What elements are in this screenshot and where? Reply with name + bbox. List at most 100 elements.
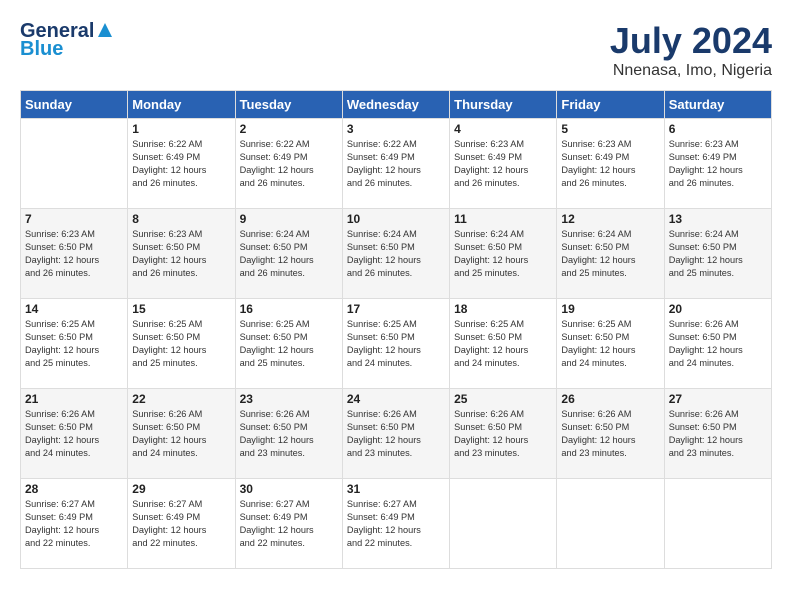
day-info: Sunrise: 6:26 AM Sunset: 6:50 PM Dayligh… (347, 408, 445, 460)
calendar-cell: 29 Sunrise: 6:27 AM Sunset: 6:49 PM Dayli… (128, 479, 235, 569)
day-info: Sunrise: 6:23 AM Sunset: 6:49 PM Dayligh… (669, 138, 767, 190)
day-info: Sunrise: 6:24 AM Sunset: 6:50 PM Dayligh… (561, 228, 659, 280)
day-info: Sunrise: 6:23 AM Sunset: 6:50 PM Dayligh… (25, 228, 123, 280)
day-number: 17 (347, 302, 445, 316)
day-number: 18 (454, 302, 552, 316)
location: Nnenasa, Imo, Nigeria (610, 62, 772, 80)
calendar-cell: 10 Sunrise: 6:24 AM Sunset: 6:50 PM Dayli… (342, 209, 449, 299)
header-wednesday: Wednesday (342, 91, 449, 119)
calendar-cell: 2 Sunrise: 6:22 AM Sunset: 6:49 PM Daylig… (235, 119, 342, 209)
header-friday: Friday (557, 91, 664, 119)
day-info: Sunrise: 6:24 AM Sunset: 6:50 PM Dayligh… (454, 228, 552, 280)
day-number: 11 (454, 212, 552, 226)
calendar-cell: 31 Sunrise: 6:27 AM Sunset: 6:49 PM Dayli… (342, 479, 449, 569)
day-info: Sunrise: 6:25 AM Sunset: 6:50 PM Dayligh… (240, 318, 338, 370)
calendar-week-row: 1 Sunrise: 6:22 AM Sunset: 6:49 PM Daylig… (21, 119, 772, 209)
day-info: Sunrise: 6:22 AM Sunset: 6:49 PM Dayligh… (132, 138, 230, 190)
calendar-cell: 26Sunrise: 6:26 AM Sunset: 6:50 PM Dayli… (557, 389, 664, 479)
calendar-cell: 4Sunrise: 6:23 AM Sunset: 6:49 PM Daylig… (450, 119, 557, 209)
day-info: Sunrise: 6:26 AM Sunset: 6:50 PM Dayligh… (669, 318, 767, 370)
calendar-cell: 5 Sunrise: 6:23 AM Sunset: 6:49 PM Daylig… (557, 119, 664, 209)
calendar-week-row: 14 Sunrise: 6:25 AM Sunset: 6:50 PM Dayli… (21, 299, 772, 389)
calendar-cell: 20 Sunrise: 6:26 AM Sunset: 6:50 PM Dayli… (664, 299, 771, 389)
day-info: Sunrise: 6:24 AM Sunset: 6:50 PM Dayligh… (347, 228, 445, 280)
calendar-cell: 15 Sunrise: 6:25 AM Sunset: 6:50 PM Dayli… (128, 299, 235, 389)
day-info: Sunrise: 6:27 AM Sunset: 6:49 PM Dayligh… (25, 498, 123, 550)
day-number: 15 (132, 302, 230, 316)
calendar-table: SundayMondayTuesdayWednesdayThursdayFrid… (20, 90, 772, 569)
day-info: Sunrise: 6:23 AM Sunset: 6:49 PM Dayligh… (561, 138, 659, 190)
day-info: Sunrise: 6:25 AM Sunset: 6:50 PM Dayligh… (454, 318, 552, 370)
header-sunday: Sunday (21, 91, 128, 119)
day-number: 8 (132, 212, 230, 226)
calendar-week-row: 21 Sunrise: 6:26 AM Sunset: 6:50 PM Dayli… (21, 389, 772, 479)
calendar-cell: 11 Sunrise: 6:24 AM Sunset: 6:50 PM Dayli… (450, 209, 557, 299)
day-number: 31 (347, 482, 445, 496)
calendar-cell: 25 Sunrise: 6:26 AM Sunset: 6:50 PM Dayli… (450, 389, 557, 479)
day-number: 30 (240, 482, 338, 496)
day-info: Sunrise: 6:22 AM Sunset: 6:49 PM Dayligh… (240, 138, 338, 190)
day-number: 2 (240, 122, 338, 136)
calendar-cell: 16 Sunrise: 6:25 AM Sunset: 6:50 PM Dayli… (235, 299, 342, 389)
day-info: Sunrise: 6:25 AM Sunset: 6:50 PM Dayligh… (132, 318, 230, 370)
logo-blue: Blue (20, 38, 114, 60)
day-number: 20 (669, 302, 767, 316)
day-info: Sunrise: 6:27 AM Sunset: 6:49 PM Dayligh… (347, 498, 445, 550)
day-number: 28 (25, 482, 123, 496)
title-area: July 2024 Nnenasa, Imo, Nigeria (610, 20, 772, 80)
day-info: Sunrise: 6:25 AM Sunset: 6:50 PM Dayligh… (561, 318, 659, 370)
calendar-cell: 3Sunrise: 6:22 AM Sunset: 6:49 PM Daylig… (342, 119, 449, 209)
day-number: 12 (561, 212, 659, 226)
day-info: Sunrise: 6:27 AM Sunset: 6:49 PM Dayligh… (240, 498, 338, 550)
day-number: 10 (347, 212, 445, 226)
day-info: Sunrise: 6:26 AM Sunset: 6:50 PM Dayligh… (669, 408, 767, 460)
day-info: Sunrise: 6:25 AM Sunset: 6:50 PM Dayligh… (347, 318, 445, 370)
day-number: 14 (25, 302, 123, 316)
logo-triangle-icon (96, 21, 114, 39)
calendar-header-row: SundayMondayTuesdayWednesdayThursdayFrid… (21, 91, 772, 119)
calendar-cell: 27Sunrise: 6:26 AM Sunset: 6:50 PM Dayli… (664, 389, 771, 479)
calendar-cell: 14 Sunrise: 6:25 AM Sunset: 6:50 PM Dayli… (21, 299, 128, 389)
day-number: 16 (240, 302, 338, 316)
day-info: Sunrise: 6:25 AM Sunset: 6:50 PM Dayligh… (25, 318, 123, 370)
day-info: Sunrise: 6:24 AM Sunset: 6:50 PM Dayligh… (240, 228, 338, 280)
day-number: 1 (132, 122, 230, 136)
day-number: 22 (132, 392, 230, 406)
day-number: 21 (25, 392, 123, 406)
day-info: Sunrise: 6:22 AM Sunset: 6:49 PM Dayligh… (347, 138, 445, 190)
day-number: 26 (561, 392, 659, 406)
calendar-cell: 18 Sunrise: 6:25 AM Sunset: 6:50 PM Dayli… (450, 299, 557, 389)
calendar-week-row: 7 Sunrise: 6:23 AM Sunset: 6:50 PM Daylig… (21, 209, 772, 299)
day-info: Sunrise: 6:27 AM Sunset: 6:49 PM Dayligh… (132, 498, 230, 550)
calendar-cell: 6 Sunrise: 6:23 AM Sunset: 6:49 PM Daylig… (664, 119, 771, 209)
header-saturday: Saturday (664, 91, 771, 119)
calendar-cell (557, 479, 664, 569)
day-info: Sunrise: 6:23 AM Sunset: 6:50 PM Dayligh… (132, 228, 230, 280)
day-number: 4 (454, 122, 552, 136)
header-thursday: Thursday (450, 91, 557, 119)
day-number: 13 (669, 212, 767, 226)
header-tuesday: Tuesday (235, 91, 342, 119)
calendar-cell (450, 479, 557, 569)
calendar-cell: 17 Sunrise: 6:25 AM Sunset: 6:50 PM Dayli… (342, 299, 449, 389)
calendar-cell: 19Sunrise: 6:25 AM Sunset: 6:50 PM Dayli… (557, 299, 664, 389)
day-info: Sunrise: 6:26 AM Sunset: 6:50 PM Dayligh… (240, 408, 338, 460)
calendar-cell: 28 Sunrise: 6:27 AM Sunset: 6:49 PM Dayli… (21, 479, 128, 569)
day-number: 5 (561, 122, 659, 136)
day-number: 25 (454, 392, 552, 406)
calendar-cell: 24 Sunrise: 6:26 AM Sunset: 6:50 PM Dayli… (342, 389, 449, 479)
day-number: 6 (669, 122, 767, 136)
day-info: Sunrise: 6:24 AM Sunset: 6:50 PM Dayligh… (669, 228, 767, 280)
day-info: Sunrise: 6:26 AM Sunset: 6:50 PM Dayligh… (454, 408, 552, 460)
calendar-cell: 22Sunrise: 6:26 AM Sunset: 6:50 PM Dayli… (128, 389, 235, 479)
day-number: 24 (347, 392, 445, 406)
day-number: 7 (25, 212, 123, 226)
calendar-cell: 21Sunrise: 6:26 AM Sunset: 6:50 PM Dayli… (21, 389, 128, 479)
calendar-cell: 12 Sunrise: 6:24 AM Sunset: 6:50 PM Dayli… (557, 209, 664, 299)
day-number: 29 (132, 482, 230, 496)
day-number: 23 (240, 392, 338, 406)
calendar-cell: 13 Sunrise: 6:24 AM Sunset: 6:50 PM Dayli… (664, 209, 771, 299)
calendar-cell: 8 Sunrise: 6:23 AM Sunset: 6:50 PM Daylig… (128, 209, 235, 299)
calendar-week-row: 28 Sunrise: 6:27 AM Sunset: 6:49 PM Dayli… (21, 479, 772, 569)
page-header: General Blue July 2024 Nnenasa, Imo, Nig… (20, 20, 772, 80)
